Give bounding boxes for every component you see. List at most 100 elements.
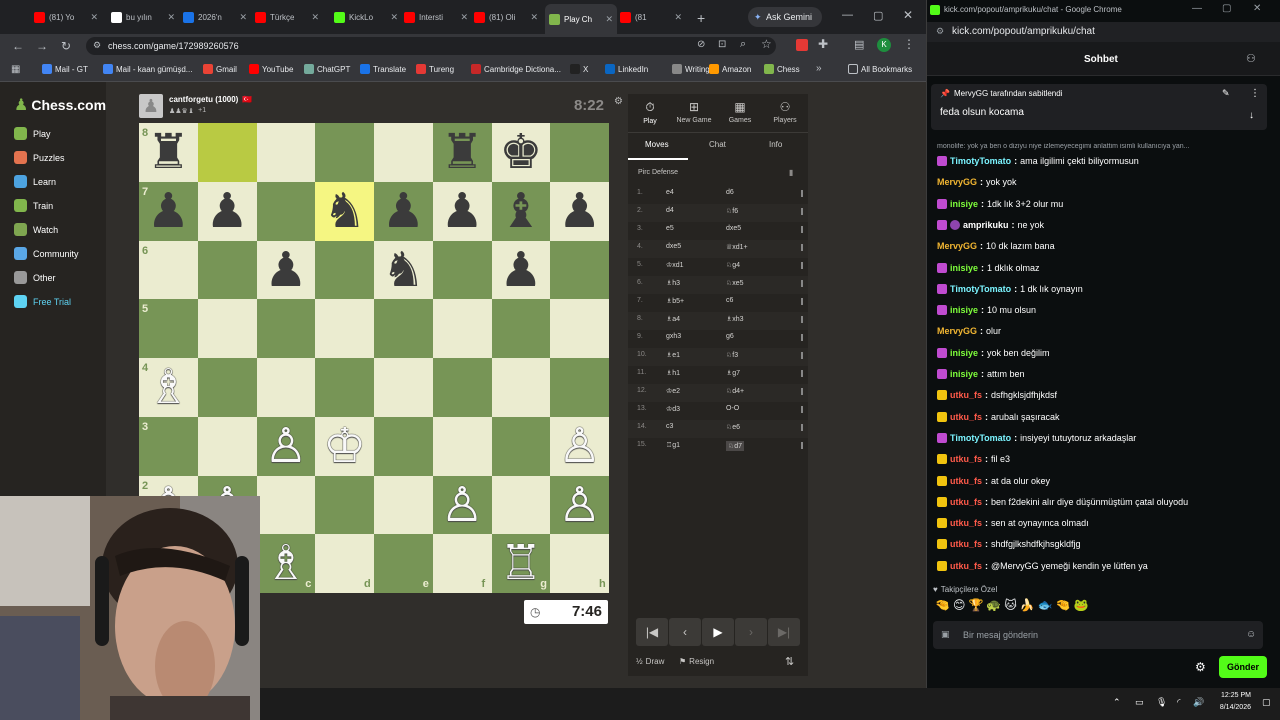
next-move-button[interactable]: ▶	[702, 618, 734, 646]
white-move[interactable]: ♗e1	[666, 351, 680, 359]
black-move[interactable]: dxe5	[726, 225, 741, 232]
square-h8[interactable]	[550, 123, 609, 182]
nav-watch[interactable]: Watch	[14, 223, 58, 236]
bookmark-4[interactable]: ChatGPT	[304, 64, 350, 74]
chat-username[interactable]: TimotyTomato	[950, 284, 1011, 294]
minimize-icon[interactable]: —	[842, 9, 853, 21]
zoom-icon[interactable]: ⌕	[740, 38, 746, 51]
square-d8[interactable]	[315, 123, 374, 182]
chat-username[interactable]: utku_fs	[950, 454, 982, 464]
close-window-icon[interactable]: ✕	[903, 8, 913, 22]
wifi-icon[interactable]: ◜	[1177, 697, 1181, 708]
chat-username[interactable]: inisiye	[950, 199, 978, 209]
chat-username[interactable]: utku_fs	[950, 539, 982, 549]
square-h5[interactable]	[550, 299, 609, 358]
chat-username[interactable]: amprikuku	[963, 220, 1009, 230]
chat-minimize-icon[interactable]: —	[1192, 3, 1202, 14]
emoji-icon[interactable]: ☺	[1246, 629, 1256, 640]
site-info-icon[interactable]: ⚙	[93, 40, 101, 51]
black-piece-g7[interactable]: ♝	[492, 182, 551, 241]
black-piece-b7[interactable]: ♟	[198, 182, 257, 241]
last-move-button[interactable]: ▶|	[768, 618, 800, 646]
emote-row[interactable]: 🤏😊🏆🐢🐱🍌🐟🤏🐸	[935, 598, 1092, 612]
black-move[interactable]: ♗g7	[726, 369, 740, 377]
address-bar[interactable]: chess.com/game/172989260576	[86, 37, 776, 55]
white-piece-h2[interactable]: ♙	[550, 476, 609, 535]
white-move[interactable]: dxe5	[666, 243, 681, 250]
unpin-icon[interactable]: ✎	[1222, 88, 1230, 99]
back-icon[interactable]: ←	[10, 38, 26, 54]
square-b3[interactable]	[197, 416, 257, 476]
tab-close-icon[interactable]: ✕	[90, 12, 98, 23]
square-c5[interactable]	[256, 299, 316, 358]
square-c4[interactable]	[256, 358, 316, 417]
white-move[interactable]: ♗b5+	[666, 297, 684, 305]
square-g4[interactable]	[491, 358, 551, 417]
white-piece-c3[interactable]: ♙	[257, 417, 316, 476]
chat-username[interactable]: utku_fs	[950, 497, 982, 507]
bookmark-11[interactable]: Amazon	[709, 64, 751, 74]
bookmark-1[interactable]: Mail - kaan gümüşd...	[103, 64, 192, 74]
tab-1[interactable]: bu yılın ✕	[107, 6, 179, 28]
sidepanel-icon[interactable]: ▤	[854, 38, 864, 51]
chat-username[interactable]: MervyGG	[937, 177, 977, 187]
black-move[interactable]: g6	[726, 333, 734, 340]
expand-pinned-icon[interactable]: ↓	[1249, 110, 1254, 121]
tab-3[interactable]: Türkçe ✕	[251, 6, 323, 28]
bookmark-star-icon[interactable]: ☆	[761, 37, 772, 51]
tune-icon[interactable]: ⚙	[936, 26, 944, 37]
tab-close-icon[interactable]: ✕	[390, 12, 398, 23]
mic-icon[interactable]: 🎙	[1156, 697, 1167, 708]
bookmark-0[interactable]: Mail - GT	[42, 64, 88, 74]
extensions-puzzle-icon[interactable]: ✚	[818, 37, 828, 51]
chat-url[interactable]: kick.com/popout/amprikuku/chat	[952, 26, 1095, 37]
white-piece-c1[interactable]: ♗	[257, 534, 316, 593]
panel-tab-games[interactable]: ▦ Games	[722, 100, 758, 124]
square-h4[interactable]	[550, 358, 609, 417]
send-button[interactable]: Gönder	[1219, 656, 1267, 678]
prev-move-button[interactable]: ‹	[669, 618, 701, 646]
bookmark-9[interactable]: LinkedIn	[605, 64, 648, 74]
tab-0[interactable]: (81) Yo ✕	[30, 6, 102, 28]
users-icon[interactable]: ⚇	[1246, 52, 1256, 65]
nav-community[interactable]: Community	[14, 247, 79, 260]
tab-close-icon[interactable]: ✕	[239, 12, 247, 23]
black-move[interactable]: ♘d7	[726, 441, 745, 451]
bookmark-7[interactable]: Cambridge Dictiona...	[471, 64, 561, 74]
square-e2[interactable]	[374, 475, 433, 535]
black-move[interactable]: ♘e6	[726, 423, 740, 431]
nav-free-trial[interactable]: Free Trial	[14, 295, 71, 308]
draw-button[interactable]: ½ Draw	[636, 657, 664, 666]
opening-name[interactable]: Pirc Defense	[638, 169, 678, 176]
bookmark-5[interactable]: Translate	[360, 64, 406, 74]
black-move[interactable]: ♗xh3	[726, 315, 744, 323]
chat-username[interactable]: MervyGG	[937, 241, 977, 251]
square-b4[interactable]	[197, 358, 257, 417]
black-piece-e7[interactable]: ♟	[374, 182, 433, 241]
tab-close-icon[interactable]: ✕	[530, 12, 538, 23]
chat-username[interactable]: TimotyTomato	[950, 156, 1011, 166]
bookmark-12[interactable]: Chess	[764, 64, 800, 74]
black-move[interactable]: ♘f3	[726, 351, 738, 359]
square-b8[interactable]	[197, 123, 257, 182]
black-move[interactable]: c6	[726, 297, 733, 304]
white-piece-g1[interactable]: ♖	[492, 534, 551, 593]
square-e5[interactable]	[374, 299, 433, 358]
bookmark-8[interactable]: X	[570, 64, 588, 74]
black-move[interactable]: ♘f6	[726, 207, 738, 215]
square-f3[interactable]	[432, 416, 492, 476]
tab-close-icon[interactable]: ✕	[311, 12, 319, 23]
black-piece-a8[interactable]: ♜	[139, 123, 198, 182]
tab-6[interactable]: (81) Oli ✕	[470, 6, 542, 28]
flip-board-icon[interactable]: ⇅	[785, 655, 794, 668]
panel-tab-players[interactable]: ⚇ Players	[767, 100, 803, 124]
chat-username[interactable]: MervyGG	[937, 326, 977, 336]
black-piece-f7[interactable]: ♟	[433, 182, 492, 241]
square-c7[interactable]	[256, 181, 316, 241]
chat-username[interactable]: utku_fs	[950, 476, 982, 486]
tray-chevron-icon[interactable]: ⌃	[1113, 697, 1121, 708]
tab-4[interactable]: KickLo ✕	[330, 6, 402, 28]
apps-grid-icon[interactable]: ▦	[11, 64, 20, 75]
black-move[interactable]: O-O	[726, 405, 739, 412]
chat-username[interactable]: TimotyTomato	[950, 433, 1011, 443]
